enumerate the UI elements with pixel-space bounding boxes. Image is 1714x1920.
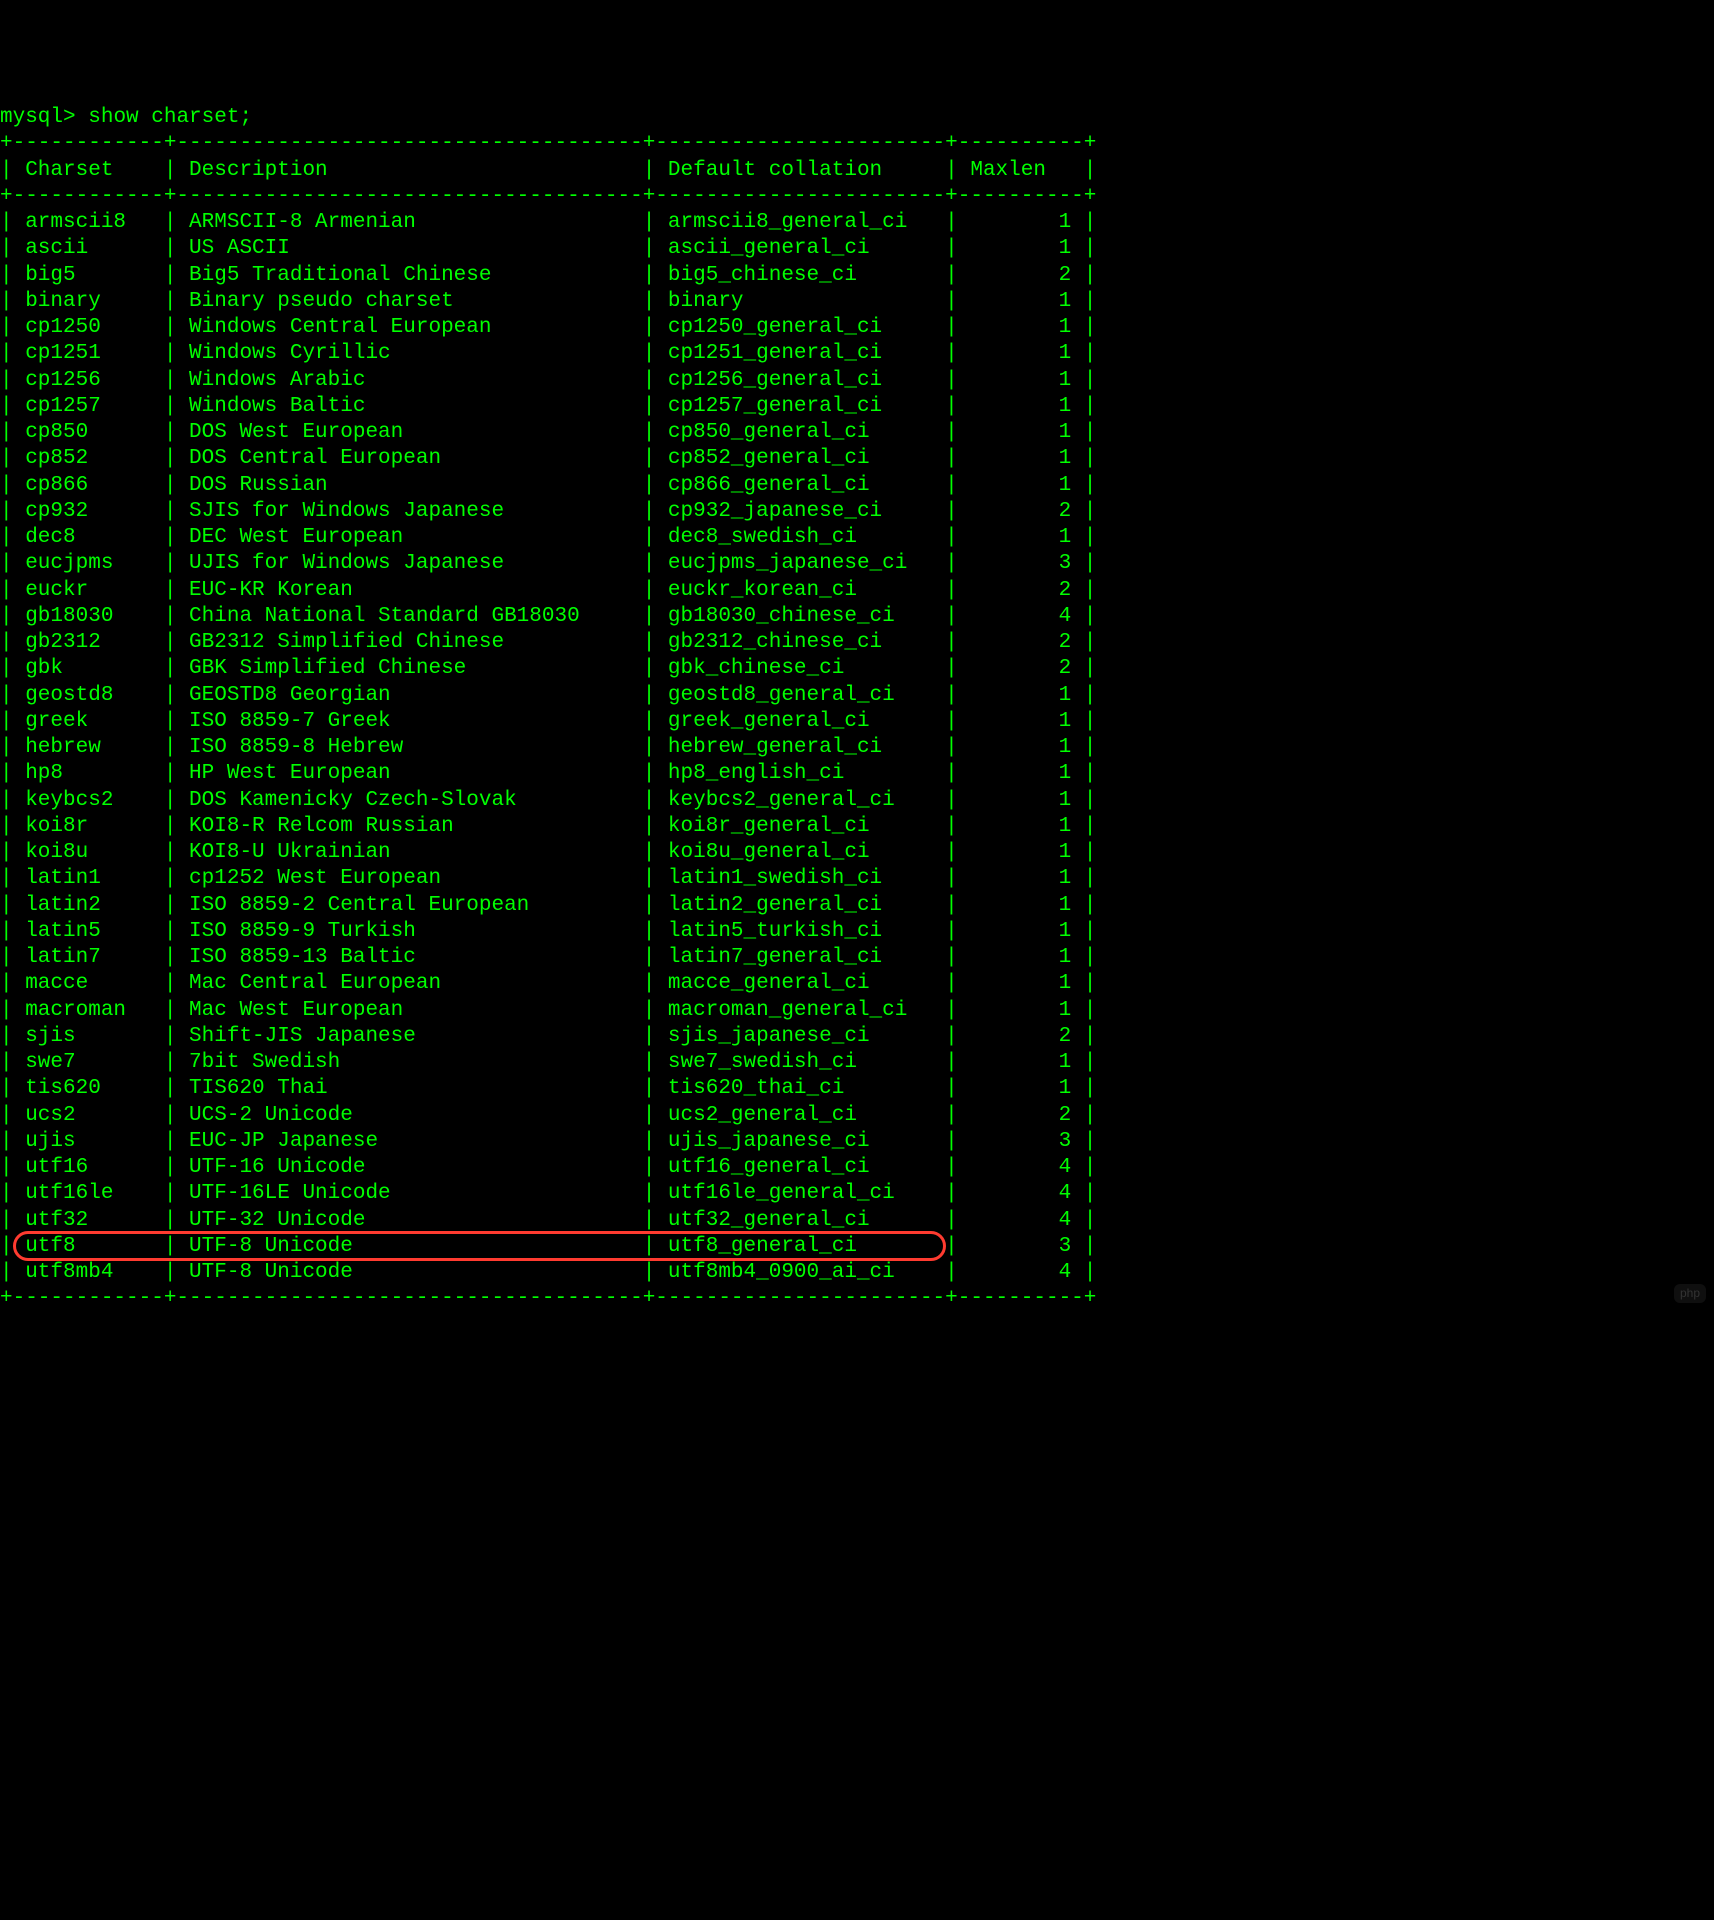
table-row: | gb2312 | GB2312 Simplified Chinese | g…: [0, 630, 1714, 656]
table-separator: +------------+--------------------------…: [0, 1286, 1714, 1312]
table-row: | dec8 | DEC West European | dec8_swedis…: [0, 525, 1714, 551]
table-row: | cp1251 | Windows Cyrillic | cp1251_gen…: [0, 341, 1714, 367]
table-row: | ascii | US ASCII | ascii_general_ci | …: [0, 236, 1714, 262]
table-row: | big5 | Big5 Traditional Chinese | big5…: [0, 263, 1714, 289]
table-row: | koi8r | KOI8-R Relcom Russian | koi8r_…: [0, 814, 1714, 840]
prompt-prefix: mysql>: [0, 106, 76, 129]
watermark: php: [1674, 1284, 1706, 1303]
table-row: | latin1 | cp1252 West European | latin1…: [0, 866, 1714, 892]
table-row: | latin2 | ISO 8859-2 Central European |…: [0, 893, 1714, 919]
table-row: | gbk | GBK Simplified Chinese | gbk_chi…: [0, 656, 1714, 682]
table-row: | latin7 | ISO 8859-13 Baltic | latin7_g…: [0, 945, 1714, 971]
table-row: | cp866 | DOS Russian | cp866_general_ci…: [0, 473, 1714, 499]
table-row: | sjis | Shift-JIS Japanese | sjis_japan…: [0, 1024, 1714, 1050]
table-row: | ucs2 | UCS-2 Unicode | ucs2_general_ci…: [0, 1103, 1714, 1129]
table-row: | eucjpms | UJIS for Windows Japanese | …: [0, 551, 1714, 577]
table-row: | keybcs2 | DOS Kamenicky Czech-Slovak |…: [0, 788, 1714, 814]
table-row: | swe7 | 7bit Swedish | swe7_swedish_ci …: [0, 1050, 1714, 1076]
table-row: | koi8u | KOI8-U Ukrainian | koi8u_gener…: [0, 840, 1714, 866]
table-row: | armscii8 | ARMSCII-8 Armenian | armsci…: [0, 210, 1714, 236]
prompt-line[interactable]: mysql> show charset;: [0, 105, 1714, 131]
table-row: | macce | Mac Central European | macce_g…: [0, 971, 1714, 997]
table-row: | cp1257 | Windows Baltic | cp1257_gener…: [0, 394, 1714, 420]
table-row: | utf8 | UTF-8 Unicode | utf8_general_ci…: [0, 1234, 1714, 1260]
table-row: | cp852 | DOS Central European | cp852_g…: [0, 446, 1714, 472]
table-row: | geostd8 | GEOSTD8 Georgian | geostd8_g…: [0, 683, 1714, 709]
table-row: | utf16 | UTF-16 Unicode | utf16_general…: [0, 1155, 1714, 1181]
table-row: | latin5 | ISO 8859-9 Turkish | latin5_t…: [0, 919, 1714, 945]
table-row: | euckr | EUC-KR Korean | euckr_korean_c…: [0, 578, 1714, 604]
table-row: | binary | Binary pseudo charset | binar…: [0, 289, 1714, 315]
table-row: | hebrew | ISO 8859-8 Hebrew | hebrew_ge…: [0, 735, 1714, 761]
table-row: | cp1250 | Windows Central European | cp…: [0, 315, 1714, 341]
table-row: | cp850 | DOS West European | cp850_gene…: [0, 420, 1714, 446]
table-row: | utf32 | UTF-32 Unicode | utf32_general…: [0, 1208, 1714, 1234]
table-row: | utf16le | UTF-16LE Unicode | utf16le_g…: [0, 1181, 1714, 1207]
table-separator: +------------+--------------------------…: [0, 131, 1714, 157]
terminal-output: mysql> show charset;+------------+------…: [0, 105, 1714, 1313]
table-row: | greek | ISO 8859-7 Greek | greek_gener…: [0, 709, 1714, 735]
table-header: | Charset | Description | Default collat…: [0, 158, 1714, 184]
table-row: | gb18030 | China National Standard GB18…: [0, 604, 1714, 630]
command-text: show charset;: [88, 106, 252, 129]
table-separator: +------------+--------------------------…: [0, 184, 1714, 210]
table-row: | tis620 | TIS620 Thai | tis620_thai_ci …: [0, 1076, 1714, 1102]
table-row: | utf8mb4 | UTF-8 Unicode | utf8mb4_0900…: [0, 1260, 1714, 1286]
table-row: | hp8 | HP West European | hp8_english_c…: [0, 761, 1714, 787]
table-row: | macroman | Mac West European | macroma…: [0, 998, 1714, 1024]
table-row: | cp932 | SJIS for Windows Japanese | cp…: [0, 499, 1714, 525]
table-row: | ujis | EUC-JP Japanese | ujis_japanese…: [0, 1129, 1714, 1155]
table-row: | cp1256 | Windows Arabic | cp1256_gener…: [0, 368, 1714, 394]
